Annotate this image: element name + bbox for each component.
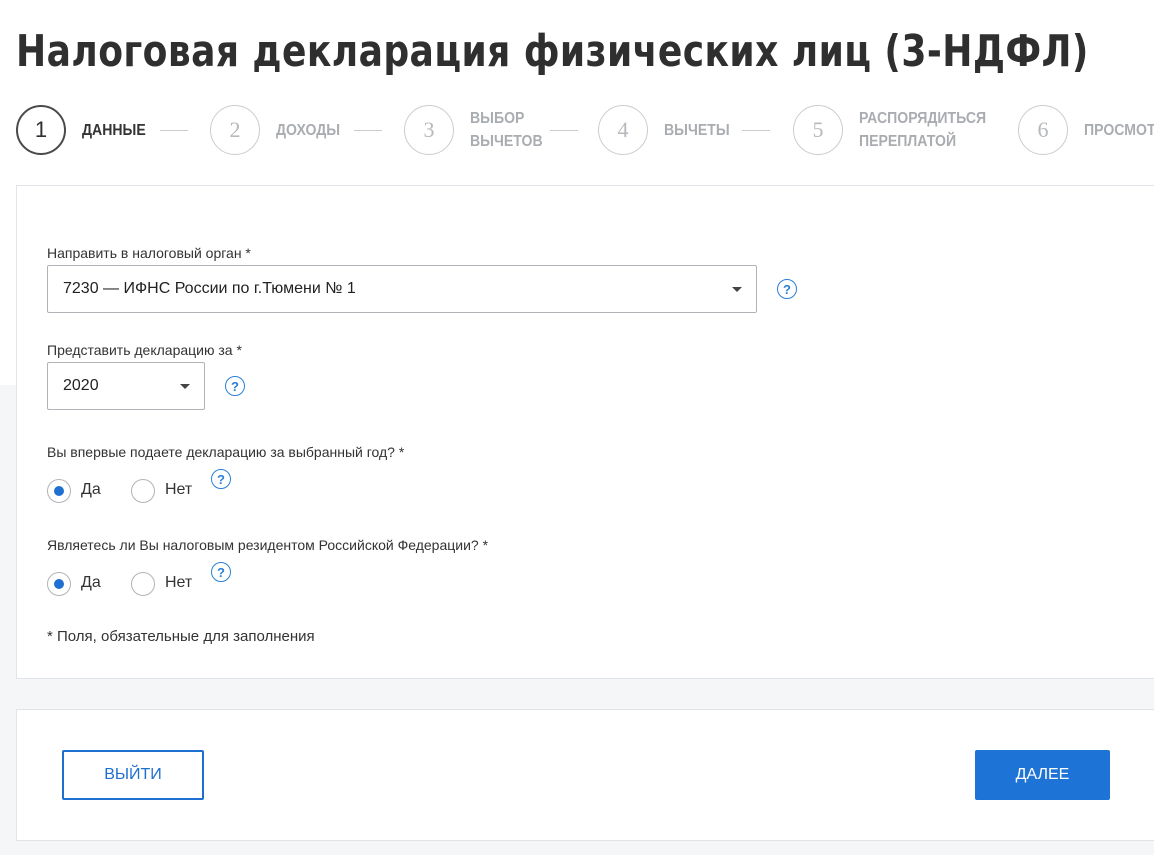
step-5-number[interactable]: 5 — [793, 105, 843, 155]
required-fields-note: * Поля, обязательные для заполнения — [47, 628, 315, 645]
step-2-label[interactable]: ДОХОДЫ — [276, 119, 340, 142]
step-4-number[interactable]: 4 — [598, 105, 648, 155]
step-3-label-line1: ВЫБОР — [470, 110, 525, 127]
question-circle-icon[interactable]: ? — [777, 279, 797, 299]
step-3-label[interactable]: ВЫБОР ВЫЧЕТОВ — [470, 107, 543, 153]
resident-no-label[interactable]: Нет — [165, 574, 192, 592]
question-circle-icon[interactable]: ? — [225, 376, 245, 396]
step-6-label[interactable]: ПРОСМОТР — [1084, 119, 1154, 142]
step-1-number[interactable]: 1 — [16, 105, 66, 155]
caret-down-icon — [180, 384, 190, 389]
step-5-label-line2: ПЕРЕПЛАТОЙ — [859, 133, 957, 150]
first-time-no-label[interactable]: Нет — [165, 481, 192, 499]
step-5-label[interactable]: РАСПОРЯДИТЬСЯ ПЕРЕПЛАТОЙ — [859, 107, 986, 153]
resident-question: Являетесь ли Вы налоговым резидентом Рос… — [47, 537, 489, 553]
step-connector — [550, 130, 578, 131]
year-value: 2020 — [63, 377, 99, 394]
step-3-number[interactable]: 3 — [404, 105, 454, 155]
step-6-number[interactable]: 6 — [1018, 105, 1068, 155]
step-3-label-line2: ВЫЧЕТОВ — [470, 133, 543, 150]
step-connector — [160, 130, 188, 131]
tax-authority-label: Направить в налоговый орган * — [47, 245, 251, 261]
question-circle-icon[interactable]: ? — [211, 469, 231, 489]
year-select[interactable]: 2020 — [47, 362, 205, 410]
first-time-question: Вы впервые подаете декларацию за выбранн… — [47, 444, 405, 460]
step-5-label-line1: РАСПОРЯДИТЬСЯ — [859, 110, 987, 127]
step-connector — [354, 130, 382, 131]
page-title: Налоговая декларация физических лиц (3-Н… — [16, 26, 1089, 77]
first-time-yes-radio[interactable] — [47, 479, 71, 503]
tax-authority-value: 7230 — ИФНС России по г.Тюмени № 1 — [63, 280, 356, 297]
resident-no-radio[interactable] — [131, 572, 155, 596]
tax-authority-select[interactable]: 7230 — ИФНС России по г.Тюмени № 1 — [47, 265, 757, 313]
first-time-no-radio[interactable] — [131, 479, 155, 503]
step-1-label[interactable]: ДАННЫЕ — [82, 119, 146, 142]
step-connector — [742, 130, 770, 131]
next-button[interactable]: ДАЛЕЕ — [975, 750, 1110, 800]
exit-button[interactable]: ВЫЙТИ — [62, 750, 204, 800]
question-circle-icon[interactable]: ? — [211, 562, 231, 582]
year-label: Представить декларацию за * — [47, 342, 242, 358]
first-time-yes-label[interactable]: Да — [81, 481, 101, 499]
step-4-label[interactable]: ВЫЧЕТЫ — [664, 119, 730, 142]
caret-down-icon — [732, 287, 742, 292]
resident-yes-radio[interactable] — [47, 572, 71, 596]
resident-yes-label[interactable]: Да — [81, 574, 101, 592]
step-2-number[interactable]: 2 — [210, 105, 260, 155]
